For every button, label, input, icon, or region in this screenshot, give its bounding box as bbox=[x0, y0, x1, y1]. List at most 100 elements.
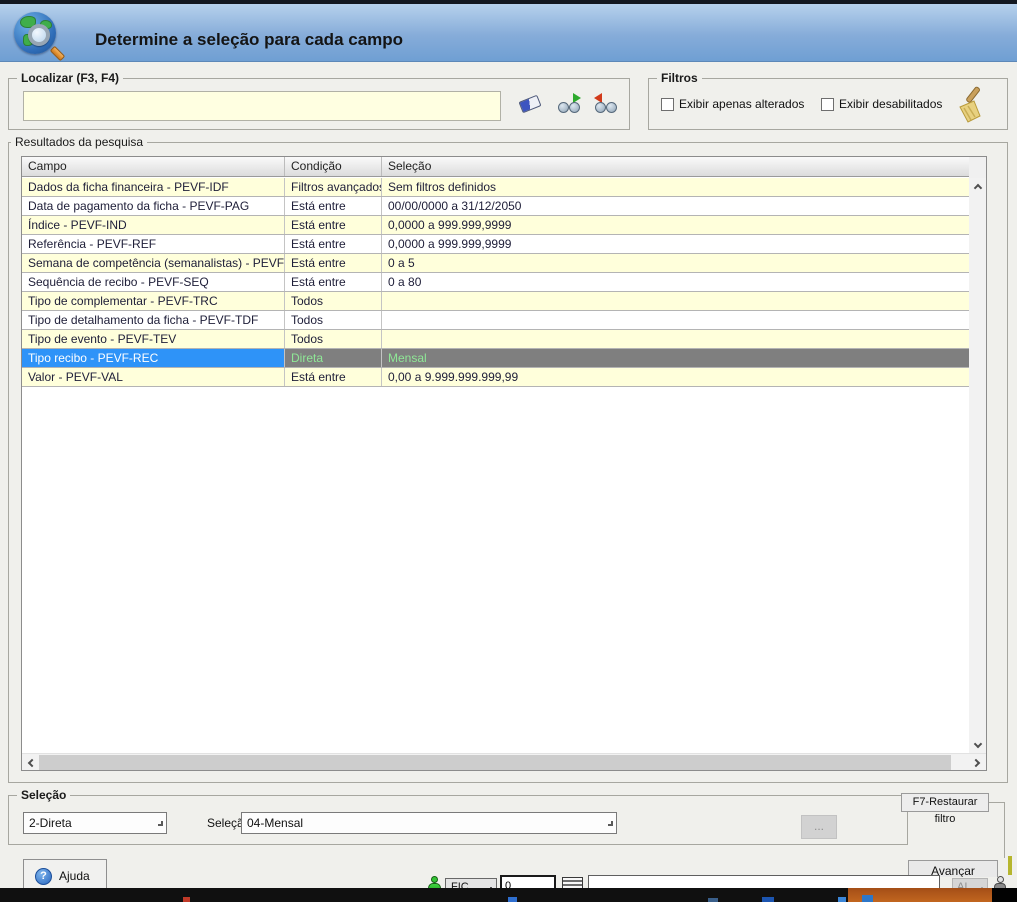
binocular-lens bbox=[606, 102, 617, 113]
table-row[interactable]: Data de pagamento da ficha - PEVF-PAG Est… bbox=[22, 197, 970, 216]
table-row[interactable]: Tipo de evento - PEVF-TEV Todos bbox=[22, 330, 970, 349]
cell-condicao: Direta bbox=[285, 349, 382, 367]
binocular-lens bbox=[558, 102, 569, 113]
checkbox-label: Exibir apenas alterados bbox=[679, 97, 805, 111]
page-title: Determine a seleção para cada campo bbox=[95, 30, 404, 49]
cell-selecao: Mensal bbox=[382, 349, 970, 367]
checkbox-exibir-desabilitados[interactable] bbox=[821, 97, 834, 111]
chevron-down-icon bbox=[973, 739, 982, 749]
cell-condicao: Está entre bbox=[285, 235, 382, 253]
cell-selecao: 00/00/0000 a 31/12/2050 bbox=[382, 197, 970, 215]
restore-filter-button[interactable]: F7-Restaurar filtro bbox=[901, 793, 989, 825]
table-row[interactable]: Referência - PEVF-REF Está entre 0,0000 a … bbox=[22, 235, 970, 254]
condition-dropdown[interactable]: 2-Direta bbox=[23, 812, 167, 834]
chevron-up-icon bbox=[973, 183, 982, 193]
table-row[interactable]: Tipo de complementar - PEVF-TRC Todos bbox=[22, 292, 970, 311]
binoculars-forward-icon[interactable] bbox=[557, 92, 581, 114]
cell-condicao: Todos bbox=[285, 292, 382, 310]
checkbox-row-alterados: Exibir apenas alterados bbox=[661, 97, 804, 111]
results-table: Campo Condição Seleção Dados da ficha fi… bbox=[21, 156, 987, 771]
table-row[interactable]: Índice - PEVF-IND Está entre 0,0000 a 999.… bbox=[22, 216, 970, 235]
column-header-campo[interactable]: Campo bbox=[22, 157, 285, 176]
window-edge-sliver bbox=[1008, 856, 1012, 875]
results-table-body: Dados da ficha financeira - PEVF-IDF Filt… bbox=[22, 178, 970, 387]
cell-campo: Valor - PEVF-VAL bbox=[22, 368, 285, 386]
magnifier-handle-icon bbox=[49, 45, 66, 62]
chevron-right-icon bbox=[971, 758, 981, 767]
selecao-dropdown[interactable]: 04-Mensal bbox=[241, 812, 617, 834]
chevron-left-icon bbox=[27, 758, 37, 767]
cell-selecao: 0 a 80 bbox=[382, 273, 970, 291]
binocular-lens bbox=[569, 102, 580, 113]
cell-selecao: 0,0000 a 999.999,9999 bbox=[382, 216, 970, 234]
binocular-lens bbox=[595, 102, 606, 113]
broom-icon[interactable] bbox=[947, 86, 985, 126]
eraser-shape bbox=[518, 94, 542, 114]
eraser-icon[interactable] bbox=[518, 93, 543, 115]
checkbox-exibir-apenas-alterados[interactable] bbox=[661, 97, 674, 111]
taskbar-icon-glimpse bbox=[508, 897, 517, 902]
table-header-row: Campo Condição Seleção bbox=[22, 157, 970, 177]
taskbar-icon-glimpse bbox=[708, 898, 718, 902]
table-row[interactable]: Tipo de detalhamento da ficha - PEVF-TDF… bbox=[22, 311, 970, 330]
scroll-left-button[interactable] bbox=[22, 754, 39, 770]
cell-condicao: Todos bbox=[285, 311, 382, 329]
vertical-scrollbar[interactable] bbox=[969, 178, 986, 754]
binoculars-back-icon[interactable] bbox=[594, 92, 618, 114]
cell-campo: Referência - PEVF-REF bbox=[22, 235, 285, 253]
horizontal-scrollbar[interactable] bbox=[22, 753, 986, 770]
table-row[interactable]: Dados da ficha financeira - PEVF-IDF Filt… bbox=[22, 178, 970, 197]
cell-condicao: Está entre bbox=[285, 368, 382, 386]
cell-campo: Semana de competência (semanalistas) - P… bbox=[22, 254, 285, 272]
dialog-window: Determine a seleção para cada campo Loca… bbox=[0, 0, 1017, 902]
cell-campo: Tipo de complementar - PEVF-TRC bbox=[22, 292, 285, 310]
cell-campo: Dados da ficha financeira - PEVF-IDF bbox=[22, 178, 285, 196]
cell-selecao bbox=[382, 330, 970, 348]
dropdown-chevron bbox=[158, 813, 163, 833]
table-row[interactable]: Sequência de recibo - PEVF-SEQ Está entre… bbox=[22, 273, 970, 292]
condition-dropdown-value: 2-Direta bbox=[29, 816, 72, 830]
selecao-group-label: Seleção bbox=[17, 788, 71, 802]
results-group: Resultados da pesquisa Campo Condição Se… bbox=[8, 135, 1008, 783]
checkbox-row-desabilitados: Exibir desabilitados bbox=[821, 97, 942, 111]
cell-selecao: 0,00 a 9.999.999.999,99 bbox=[382, 368, 970, 386]
dialog-header: Determine a seleção para cada campo bbox=[0, 4, 1017, 62]
cell-condicao: Filtros avançados bbox=[285, 178, 382, 196]
globe-search-icon bbox=[12, 10, 68, 62]
table-row[interactable]: Semana de competência (semanalistas) - P… bbox=[22, 254, 970, 273]
taskbar-icon-glimpse bbox=[183, 897, 190, 902]
cell-selecao: Sem filtros definidos bbox=[382, 178, 970, 196]
localizar-group: Localizar (F3, F4) bbox=[8, 71, 630, 130]
group-border-segment bbox=[1004, 802, 1005, 858]
chevron-down-icon bbox=[158, 820, 163, 826]
taskbar-right-corner bbox=[992, 888, 1017, 902]
cell-campo: Sequência de recibo - PEVF-SEQ bbox=[22, 273, 285, 291]
cell-condicao: Está entre bbox=[285, 216, 382, 234]
cell-selecao: 0 a 5 bbox=[382, 254, 970, 272]
scroll-down-button[interactable] bbox=[969, 737, 986, 754]
taskbar-icon-glimpse bbox=[762, 897, 774, 902]
column-header-condicao[interactable]: Condição bbox=[285, 157, 382, 176]
cell-campo: Tipo de evento - PEVF-TEV bbox=[22, 330, 285, 348]
cell-campo: Data de pagamento da ficha - PEVF-PAG bbox=[22, 197, 285, 215]
scroll-up-button[interactable] bbox=[969, 178, 986, 195]
column-header-selecao[interactable]: Seleção bbox=[382, 157, 970, 176]
table-row-selected[interactable]: Tipo recibo - PEVF-REC Direta Mensal bbox=[22, 349, 970, 368]
cell-condicao: Está entre bbox=[285, 254, 382, 272]
more-options-button[interactable]: ... bbox=[801, 815, 837, 839]
group-border-segment bbox=[989, 802, 1005, 803]
filtros-group: Filtros Exibir apenas alterados Exibir d… bbox=[648, 71, 1008, 130]
cell-condicao: Está entre bbox=[285, 273, 382, 291]
person-head bbox=[431, 876, 438, 883]
localizar-group-label: Localizar (F3, F4) bbox=[17, 71, 124, 85]
scroll-right-button[interactable] bbox=[969, 754, 986, 770]
selecao-group: Seleção 2-Direta Seleção 04-Mensal ... bbox=[8, 788, 908, 845]
horizontal-scroll-thumb[interactable] bbox=[39, 755, 951, 770]
search-input[interactable] bbox=[23, 91, 501, 121]
table-row[interactable]: Valor - PEVF-VAL Está entre 0,00 a 9.999.9… bbox=[22, 368, 970, 387]
help-icon: ? bbox=[35, 867, 52, 885]
dropdown-chevron bbox=[608, 813, 613, 833]
windows-taskbar[interactable] bbox=[0, 888, 1017, 902]
help-button-label: Ajuda bbox=[59, 869, 90, 883]
filtros-group-label: Filtros bbox=[657, 71, 702, 85]
